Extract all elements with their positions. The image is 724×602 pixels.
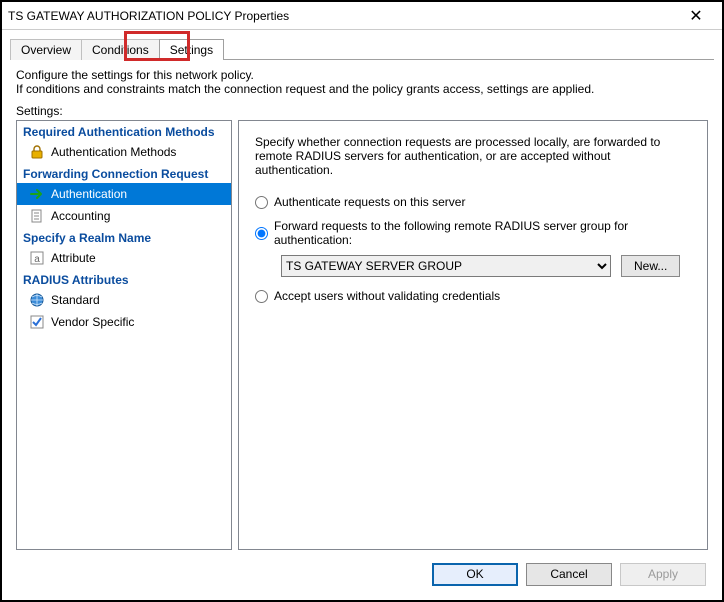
ok-label: OK bbox=[466, 567, 483, 581]
radio-local-row[interactable]: Authenticate requests on this server bbox=[255, 195, 691, 209]
globe-icon bbox=[29, 292, 45, 308]
dialog-window: TS GATEWAY AUTHORIZATION POLICY Properti… bbox=[0, 0, 724, 602]
tree-item-standard[interactable]: Standard bbox=[17, 289, 231, 311]
new-button-label: New... bbox=[634, 259, 667, 273]
tree-item-label: Attribute bbox=[51, 251, 96, 265]
intro-line2: If conditions and constraints match the … bbox=[16, 82, 708, 96]
arrow-icon bbox=[29, 186, 45, 202]
attr-icon: a bbox=[29, 250, 45, 266]
cancel-button[interactable]: Cancel bbox=[526, 563, 612, 586]
tab-settings[interactable]: Settings bbox=[159, 39, 224, 60]
doc-icon bbox=[29, 208, 45, 224]
tree-group-header: Specify a Realm Name bbox=[17, 227, 231, 247]
tree-item-vendor[interactable]: Vendor Specific bbox=[17, 311, 231, 333]
tab-overview[interactable]: Overview bbox=[10, 39, 82, 60]
tree-item-auth-methods[interactable]: Authentication Methods bbox=[17, 141, 231, 163]
window-title: TS GATEWAY AUTHORIZATION POLICY Properti… bbox=[8, 9, 676, 23]
radio-accept-label: Accept users without validating credenti… bbox=[274, 289, 500, 303]
tree-item-label: Accounting bbox=[51, 209, 110, 223]
radio-local-label: Authenticate requests on this server bbox=[274, 195, 465, 209]
tab-conditions[interactable]: Conditions bbox=[81, 39, 160, 60]
tree-group-header: Required Authentication Methods bbox=[17, 121, 231, 141]
tree-item-accounting[interactable]: Accounting bbox=[17, 205, 231, 227]
tree-item-label: Authentication bbox=[51, 187, 127, 201]
svg-text:a: a bbox=[34, 254, 40, 265]
tree-item-attribute[interactable]: a Attribute bbox=[17, 247, 231, 269]
tree-item-label: Authentication Methods bbox=[51, 145, 176, 159]
server-group-combo[interactable]: TS GATEWAY SERVER GROUP bbox=[281, 255, 611, 277]
content-description: Specify whether connection requests are … bbox=[255, 135, 691, 177]
apply-label: Apply bbox=[648, 567, 678, 581]
intro-text: Configure the settings for this network … bbox=[2, 60, 722, 100]
dialog-footer: OK Cancel Apply bbox=[2, 556, 722, 600]
lock-icon bbox=[29, 144, 45, 160]
tree-group-header: Forwarding Connection Request bbox=[17, 163, 231, 183]
radio-accept[interactable] bbox=[255, 290, 268, 303]
settings-content: Specify whether connection requests are … bbox=[238, 120, 708, 550]
radio-forward[interactable] bbox=[255, 227, 268, 240]
tab-settings-label: Settings bbox=[170, 43, 213, 57]
check-icon bbox=[29, 314, 45, 330]
tree-item-label: Vendor Specific bbox=[51, 315, 134, 329]
server-group-row: TS GATEWAY SERVER GROUP New... bbox=[281, 255, 691, 277]
apply-button: Apply bbox=[620, 563, 706, 586]
radio-forward-label: Forward requests to the following remote… bbox=[274, 219, 691, 247]
settings-label: Settings: bbox=[2, 100, 722, 120]
radio-local[interactable] bbox=[255, 196, 268, 209]
settings-tree[interactable]: Required Authentication Methods Authentic… bbox=[16, 120, 232, 550]
radio-accept-row[interactable]: Accept users without validating credenti… bbox=[255, 289, 691, 303]
tree-group-header: RADIUS Attributes bbox=[17, 269, 231, 289]
panes: Required Authentication Methods Authentic… bbox=[2, 120, 722, 556]
ok-button[interactable]: OK bbox=[432, 563, 518, 586]
tab-strip: Overview Conditions Settings bbox=[2, 34, 722, 60]
tab-conditions-label: Conditions bbox=[92, 43, 149, 57]
tab-overview-label: Overview bbox=[21, 43, 71, 57]
title-bar: TS GATEWAY AUTHORIZATION POLICY Properti… bbox=[2, 2, 722, 30]
new-button[interactable]: New... bbox=[621, 255, 680, 277]
cancel-label: Cancel bbox=[550, 567, 587, 581]
close-icon[interactable]: ✕ bbox=[676, 6, 716, 26]
radio-forward-row[interactable]: Forward requests to the following remote… bbox=[255, 219, 691, 247]
intro-line1: Configure the settings for this network … bbox=[16, 68, 708, 82]
tree-item-label: Standard bbox=[51, 293, 100, 307]
tree-item-authentication[interactable]: Authentication bbox=[17, 183, 231, 205]
